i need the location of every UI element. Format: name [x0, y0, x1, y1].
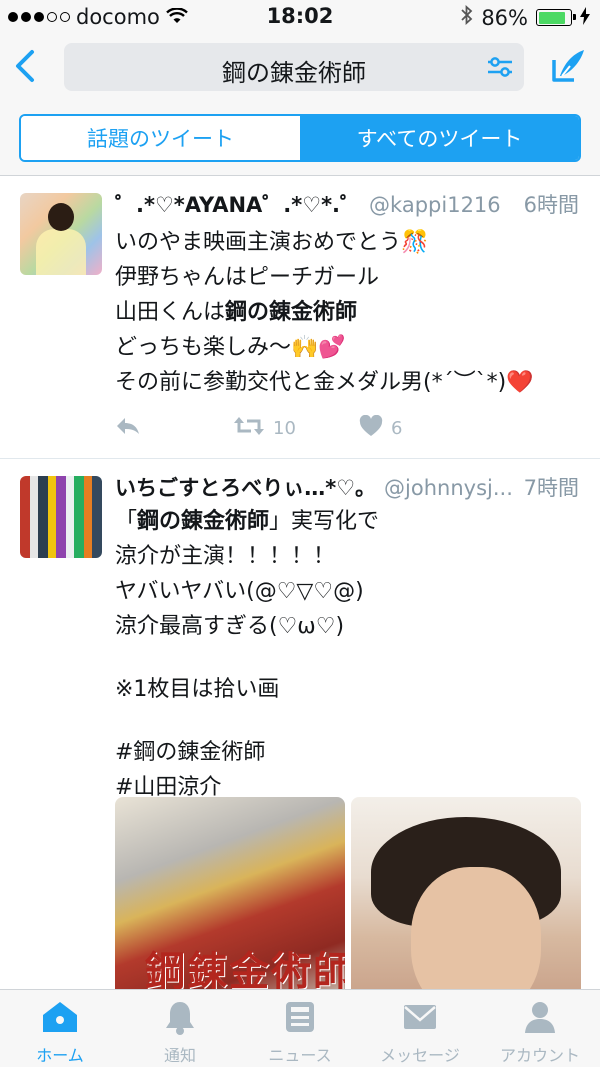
hashtag-link[interactable]: #鋼の錬金術師 — [115, 735, 585, 770]
avatar[interactable] — [20, 193, 102, 275]
tweet-card[interactable]: いちごすとろべりぃ…*♡。 @johnnysj... 7時間 「鋼の錬金術師」実写… — [0, 460, 600, 997]
tweet-line: 涼介が主演！！！！！ — [115, 544, 336, 569]
search-nav-bar: 鋼の錬金術師 — [0, 34, 600, 100]
segmented-control: 話題のツイート すべてのツイート — [19, 114, 581, 162]
home-icon — [41, 1000, 79, 1038]
envelope-icon — [402, 1000, 438, 1038]
bottom-tab-bar: ホーム 通知 ニュース メッセージ アカウント — [0, 989, 600, 1067]
tweet-timestamp: 6時間 — [523, 193, 579, 217]
reply-button[interactable] — [115, 416, 233, 441]
tweet-line: いのやま映画主演おめでとう🎊 — [115, 230, 429, 255]
tweet-header: ゜.*♡*AYANA゜.*♡*.゜ @kappi1216 6時間 — [115, 189, 585, 223]
tab-label: アカウント — [499, 1046, 580, 1065]
tab-label: ニュース — [268, 1046, 332, 1065]
person-icon — [523, 1000, 557, 1038]
tweet-line: ※1枚目は拾い画 — [115, 677, 280, 702]
compose-tweet-button[interactable] — [548, 46, 586, 90]
tab-label: メッセージ — [380, 1046, 460, 1065]
tab-account[interactable]: アカウント — [480, 990, 600, 1067]
battery-percent: 86% — [481, 5, 528, 30]
user-handle[interactable]: @kappi1216 — [369, 193, 501, 217]
media-image[interactable]: 鋼錬金術師 — [115, 797, 345, 997]
back-button[interactable] — [10, 46, 44, 86]
tweet-line: どっちも楽しみ〜🙌💕 — [115, 335, 346, 360]
tweet-text-segment: 」実写化で — [269, 509, 380, 534]
tweet-text-segment: 「 — [115, 509, 138, 534]
search-query: 鋼の錬金術師 — [222, 59, 366, 87]
user-handle[interactable]: @johnnysj... — [384, 476, 513, 500]
tweet-line: その前に参勤交代と金メダル男(*´︶`*)❤️ — [115, 370, 534, 395]
tweet-filter-bar: 話題のツイート すべてのツイート — [0, 100, 600, 176]
retweet-button[interactable]: 10 — [233, 415, 359, 442]
display-name[interactable]: いちごすとろべりぃ…*♡。 — [115, 476, 376, 500]
tweet-line: ヤバいヤバい(@♡▽♡@) — [115, 579, 364, 604]
media-image[interactable] — [351, 797, 581, 997]
battery-icon — [536, 9, 576, 26]
tab-all-tweets[interactable]: すべてのツイート — [300, 116, 579, 160]
filter-icon[interactable] — [486, 55, 514, 83]
bell-icon — [164, 1000, 196, 1040]
media-grid: 鋼錬金術師 — [115, 797, 581, 997]
tweet-line: 「鋼の錬金術師」実写化で — [115, 504, 585, 539]
heart-icon — [359, 414, 383, 442]
like-button[interactable]: 6 — [359, 414, 403, 442]
tab-label: 通知 — [163, 1046, 196, 1065]
tweet-line: 涼介最高すぎる(♡ω♡) — [115, 614, 345, 639]
tweet-actions: 10 6 — [115, 413, 585, 443]
tweet-text: 「鋼の錬金術師」実写化で 涼介が主演！！！！！ ヤバいヤバい(@♡▽♡@) 涼介… — [115, 504, 585, 805]
tweet-timestamp: 7時間 — [523, 476, 579, 500]
status-right: 86% — [461, 4, 590, 30]
highlighted-search-term: 鋼の錬金術師 — [137, 509, 270, 534]
retweet-count: 10 — [273, 417, 296, 439]
tweet-line: 伊野ちゃんはピーチガール — [115, 265, 380, 290]
avatar[interactable] — [20, 476, 102, 558]
tab-home[interactable]: ホーム — [0, 990, 120, 1067]
tab-news[interactable]: ニュース — [240, 990, 360, 1067]
status-bar: docomo 18:02 86% — [0, 0, 600, 34]
highlighted-search-term: 鋼の錬金術師 — [225, 300, 358, 325]
charging-icon — [580, 6, 590, 30]
search-field[interactable]: 鋼の錬金術師 — [64, 43, 524, 91]
tab-top-tweets[interactable]: 話題のツイート — [21, 116, 300, 160]
tweet-card[interactable]: ゜.*♡*AYANA゜.*♡*.゜ @kappi1216 6時間 いのやま映画主演… — [0, 177, 600, 459]
reply-icon — [115, 416, 141, 441]
tab-notifications[interactable]: 通知 — [120, 990, 240, 1067]
tweet-header: いちごすとろべりぃ…*♡。 @johnnysj... 7時間 — [115, 472, 585, 506]
tab-messages[interactable]: メッセージ — [360, 990, 480, 1067]
tweet-line: 山田くんは鋼の錬金術師 — [115, 295, 585, 330]
bluetooth-icon — [461, 4, 473, 30]
like-count: 6 — [391, 417, 403, 439]
display-name[interactable]: ゜.*♡*AYANA゜.*♡*.゜ — [115, 193, 361, 217]
retweet-icon — [233, 415, 265, 442]
tab-label: ホーム — [36, 1046, 84, 1065]
tweet-text: いのやま映画主演おめでとう🎊 伊野ちゃんはピーチガール 山田くんは鋼の錬金術師 … — [115, 225, 585, 400]
tweet-text-segment: 山田くんは — [115, 300, 226, 325]
news-icon — [284, 1000, 316, 1038]
